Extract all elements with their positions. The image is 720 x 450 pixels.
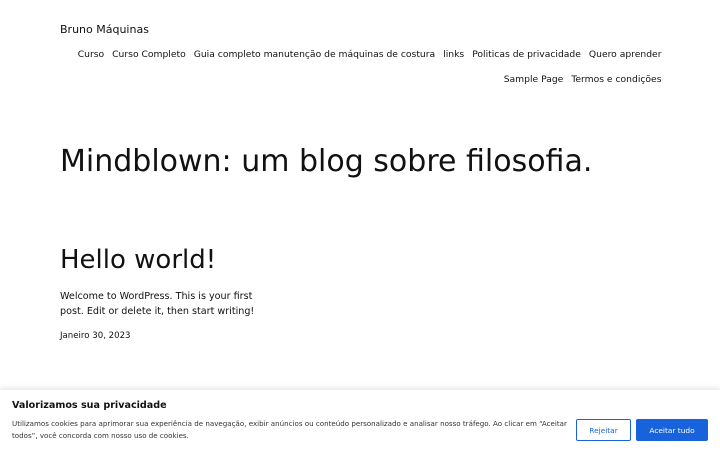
main-navigation: Curso Curso Completo Guia completo manut… bbox=[60, 46, 664, 96]
nav-item-sample-page[interactable]: Sample Page bbox=[501, 71, 566, 96]
site-title[interactable]: Bruno Máquinas bbox=[60, 23, 149, 36]
nav-item-guia-completo[interactable]: Guia completo manutenção de máquinas de … bbox=[191, 46, 437, 71]
nav-item-politicas-privacidade[interactable]: Politicas de privacidade bbox=[470, 46, 584, 71]
nav-item-curso-completo[interactable]: Curso Completo bbox=[110, 46, 189, 71]
cookie-title: Valorizamos sua privacidade bbox=[12, 400, 167, 411]
accept-all-button[interactable]: Aceitar tudo bbox=[636, 419, 708, 441]
cookie-consent-banner: Valorizamos sua privacidade Utilizamos c… bbox=[0, 390, 720, 450]
cookie-text: Utilizamos cookies para aprimorar sua ex… bbox=[12, 419, 567, 440]
blog-heading: Mindblown: um blog sobre filosofia. bbox=[60, 144, 593, 179]
nav-item-curso[interactable]: Curso bbox=[75, 46, 106, 71]
nav-item-termos-condicoes[interactable]: Termos e condições bbox=[569, 71, 664, 96]
post-excerpt: Welcome to WordPress. This is your first… bbox=[60, 291, 255, 317]
post-title[interactable]: Hello world! bbox=[60, 245, 216, 275]
post-date: Janeiro 30, 2023 bbox=[60, 331, 131, 341]
reject-button[interactable]: Rejeitar bbox=[576, 419, 631, 441]
nav-item-links[interactable]: links bbox=[441, 46, 467, 71]
nav-item-quero-aprender[interactable]: Quero aprender bbox=[586, 46, 664, 71]
